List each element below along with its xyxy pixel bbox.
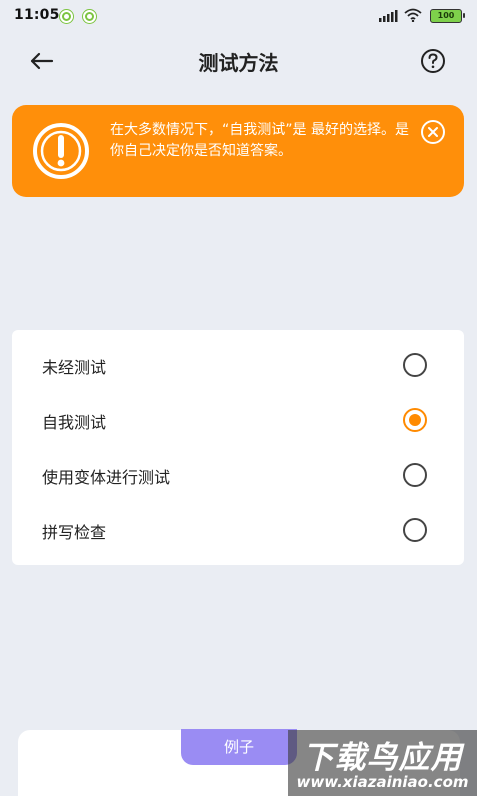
close-icon[interactable] <box>418 117 448 147</box>
battery-level: 100 <box>437 11 455 20</box>
status-time: 11:05 <box>14 7 60 23</box>
watermark-url: www.xiazainiao.com <box>296 773 469 791</box>
page-title: 测试方法 <box>198 51 279 75</box>
wifi-icon <box>404 8 422 22</box>
top-app-bar: 测试方法 <box>0 36 477 86</box>
option-label: 未经测试 <box>42 358 107 377</box>
option-self-test[interactable]: 自我测试 <box>12 396 464 444</box>
signal-icon <box>379 10 398 22</box>
status-bar: 11:05 100 <box>0 0 477 32</box>
option-label: 使用变体进行测试 <box>42 468 171 487</box>
test-method-options: 未经测试 自我测试 使用变体进行测试 拼写检查 <box>12 330 464 565</box>
example-tab[interactable]: 例子 <box>181 729 297 765</box>
watermark-title: 下载鸟应用 <box>302 740 463 776</box>
notification-app-icon <box>60 10 73 23</box>
help-icon[interactable] <box>418 46 448 76</box>
exclamation-icon <box>33 123 89 179</box>
radio-button-selected[interactable] <box>403 408 427 432</box>
option-label: 拼写检查 <box>42 523 107 542</box>
battery-icon: 100 <box>430 9 465 23</box>
watermark-logo: 下载鸟应用 www.xiazainiao.com <box>288 730 477 796</box>
screen: 11:05 100 测试方法 在大多数情况下，“自我测试”是 最好的选择。是你自… <box>0 0 477 796</box>
option-label: 自我测试 <box>42 413 107 432</box>
option-untested[interactable]: 未经测试 <box>12 341 464 389</box>
notification-app-icon-2 <box>83 10 96 23</box>
info-banner: 在大多数情况下，“自我测试”是 最好的选择。是你自己决定你是否知道答案。 <box>12 105 464 197</box>
option-spell-check[interactable]: 拼写检查 <box>12 506 464 554</box>
option-test-with-variants[interactable]: 使用变体进行测试 <box>12 451 464 499</box>
banner-message: 在大多数情况下，“自我测试”是 最好的选择。是你自己决定你是否知道答案。 <box>110 122 409 159</box>
radio-button[interactable] <box>403 353 427 377</box>
radio-button[interactable] <box>403 518 427 542</box>
radio-button[interactable] <box>403 463 427 487</box>
